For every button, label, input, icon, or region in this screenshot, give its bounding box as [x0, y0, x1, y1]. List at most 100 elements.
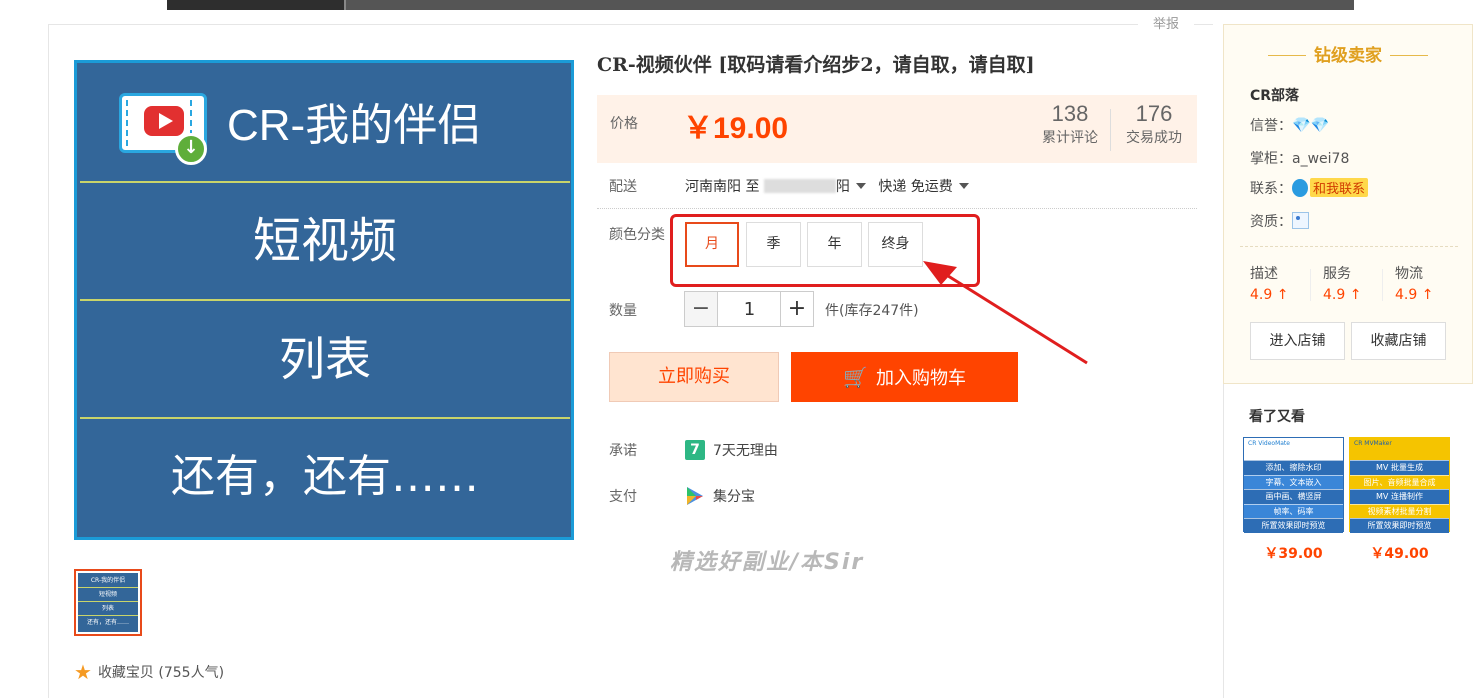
- quantity-decrease-button[interactable]: −: [684, 291, 718, 327]
- recommended-item[interactable]: CR MVMaker MV 批量生成 图片、音频批量合成 MV 连播制作 视频素…: [1349, 437, 1450, 533]
- quantity-input[interactable]: 1: [718, 291, 781, 327]
- shipping-from: 河南南阳 至: [685, 179, 760, 195]
- score-value: 4.9 ↑: [1250, 287, 1289, 303]
- keeper-row: 掌柜：a_wei78: [1250, 148, 1349, 168]
- thumb-text: 短视频: [78, 589, 138, 602]
- score-separator: [1382, 269, 1383, 301]
- divider: [597, 208, 1197, 209]
- rec-row: 添加、擦除水印: [1244, 460, 1343, 475]
- sold-label: 交易成功: [1126, 130, 1182, 146]
- price-label: 价格: [610, 116, 638, 132]
- star-icon: ★: [74, 660, 92, 684]
- favorite-item-link[interactable]: ★ 收藏宝贝 (755人气): [74, 661, 224, 683]
- add-to-cart-label: 加入购物车: [875, 368, 966, 389]
- watermark: 精选好副业/本Sir: [670, 550, 865, 575]
- score-service: 服务 4.9 ↑: [1323, 263, 1383, 303]
- method-dropdown-icon[interactable]: [958, 183, 969, 189]
- score-logistics: 物流 4.9 ↑: [1395, 263, 1455, 303]
- main-product-image[interactable]: ↓ CR-我的伴侣 短视频 列表 还有，还有……: [74, 60, 574, 540]
- credit-label: 信誉：: [1250, 118, 1292, 134]
- promise-label: 承诺: [609, 443, 637, 459]
- thumb-text: 还有，还有……: [86, 619, 129, 626]
- quantity-increase-button[interactable]: +: [780, 291, 814, 327]
- rec-price[interactable]: ￥49.00: [1349, 543, 1450, 563]
- rec-row: 字幕、文本嵌入: [1244, 474, 1343, 490]
- buy-now-button[interactable]: 立即购买: [609, 352, 779, 402]
- payment-value[interactable]: 集分宝: [713, 486, 755, 506]
- rec-row: 画中画、横竖屏: [1244, 489, 1343, 504]
- keeper-label: 掌柜：: [1250, 151, 1292, 167]
- rec-row: 所置效果即时预览: [1350, 518, 1449, 533]
- credit-row: 信誉：💎💎: [1250, 115, 1329, 135]
- score-key: 服务: [1323, 266, 1351, 282]
- image-text-row3: 列表: [279, 332, 371, 386]
- seller-panel: 钻级卖家 CR部落 信誉：💎💎 掌柜：a_wei78 联系： 和我联系 资质： 描…: [1223, 24, 1473, 384]
- stat-separator: [1110, 109, 1111, 151]
- destination-dropdown-icon[interactable]: [855, 183, 866, 189]
- rec-price[interactable]: ￥39.00: [1243, 543, 1344, 563]
- contact-row: 联系： 和我联系: [1250, 178, 1369, 198]
- seller-name[interactable]: CR部落: [1250, 85, 1299, 105]
- score-separator: [1310, 269, 1311, 301]
- price-box: 价格 ￥19.00 138 累计评论 176 交易成功: [597, 95, 1197, 163]
- qualification-row: 资质：: [1250, 211, 1309, 231]
- payment-label: 支付: [609, 489, 637, 505]
- image-app-name: CR-我的伴侣: [227, 101, 482, 150]
- add-to-cart-button[interactable]: 🛒 加入购物车: [791, 352, 1018, 402]
- enter-shop-button[interactable]: 进入店铺: [1250, 322, 1345, 360]
- sku-label: 颜色分类: [609, 227, 665, 243]
- rec-row: 图片、音频批量合成: [1350, 474, 1449, 490]
- download-icon: ↓: [175, 133, 207, 165]
- qualification-icon[interactable]: [1292, 212, 1309, 229]
- score-value: 4.9 ↑: [1395, 287, 1434, 303]
- shipping-method[interactable]: 快递 免运费: [878, 179, 952, 195]
- sold-count: 176: [1135, 101, 1173, 126]
- promise-value[interactable]: 7天无理由: [713, 440, 778, 460]
- rec-row: 视频素材批量分割: [1350, 503, 1449, 519]
- top-nav-separator: [344, 0, 346, 10]
- reviews-count: 138: [1051, 101, 1089, 126]
- jifenbao-icon: [687, 487, 703, 505]
- blurred-destination: [763, 179, 836, 193]
- qualification-label: 资质：: [1250, 214, 1292, 230]
- seller-divider: [1240, 246, 1458, 247]
- score-value: 4.9 ↑: [1323, 287, 1362, 303]
- stock-info: 件(库存247件): [825, 303, 919, 319]
- shipping-to: 阳: [835, 179, 850, 195]
- seller-level-title: 钻级卖家: [1224, 41, 1472, 66]
- also-viewed-title: 看了又看: [1249, 409, 1305, 425]
- top-nav-active-tab[interactable]: [167, 0, 344, 10]
- image-text-row2: 短视频: [252, 213, 397, 269]
- product-title: CR-视频伙伴 [取码请看介绍步2，请自取，请自取]: [597, 54, 1035, 76]
- cart-icon: 🛒: [843, 365, 868, 389]
- favorite-label: 收藏宝贝 (755人气): [97, 665, 225, 681]
- rec-row: MV 批量生成: [1350, 460, 1449, 475]
- report-link[interactable]: 举报: [1138, 15, 1194, 35]
- reviews-stat[interactable]: 138 累计评论: [1037, 101, 1103, 147]
- seven-day-return-icon: 7: [685, 440, 705, 460]
- sold-stat: 176 交易成功: [1119, 101, 1189, 147]
- keeper-name[interactable]: a_wei78: [1292, 151, 1349, 167]
- rec-row: 所置效果即时预览: [1244, 518, 1343, 533]
- recommended-item[interactable]: CR VideoMate 添加、擦除水印 字幕、文本嵌入 画中画、横竖屏 帧率、…: [1243, 437, 1344, 533]
- rec-header: CR VideoMate: [1244, 438, 1343, 460]
- quantity-label: 数量: [609, 303, 637, 319]
- contact-seller-button[interactable]: 和我联系: [1310, 178, 1369, 197]
- diamond-icon: 💎💎: [1292, 116, 1330, 134]
- score-description: 描述 4.9 ↑: [1250, 263, 1310, 303]
- shipping-label: 配送: [609, 179, 637, 195]
- price-value: ￥19.00: [683, 112, 789, 145]
- favorite-shop-button[interactable]: 收藏店铺: [1351, 322, 1446, 360]
- rec-row: MV 连播制作: [1350, 489, 1449, 504]
- reviews-label: 累计评论: [1042, 130, 1098, 146]
- thumb-text: 列表: [78, 603, 138, 616]
- top-nav-bar: [167, 0, 1354, 10]
- rec-header: CR MVMaker: [1350, 438, 1449, 460]
- score-key: 描述: [1250, 266, 1278, 282]
- score-key: 物流: [1395, 266, 1423, 282]
- contact-label: 联系：: [1250, 181, 1292, 197]
- product-thumbnail[interactable]: CR-我的伴侣 短视频 列表 还有，还有……: [74, 569, 142, 636]
- thumb-text: CR-我的伴侣: [78, 575, 138, 588]
- wangwang-icon[interactable]: [1292, 179, 1308, 197]
- sidebar-border: [1223, 384, 1224, 698]
